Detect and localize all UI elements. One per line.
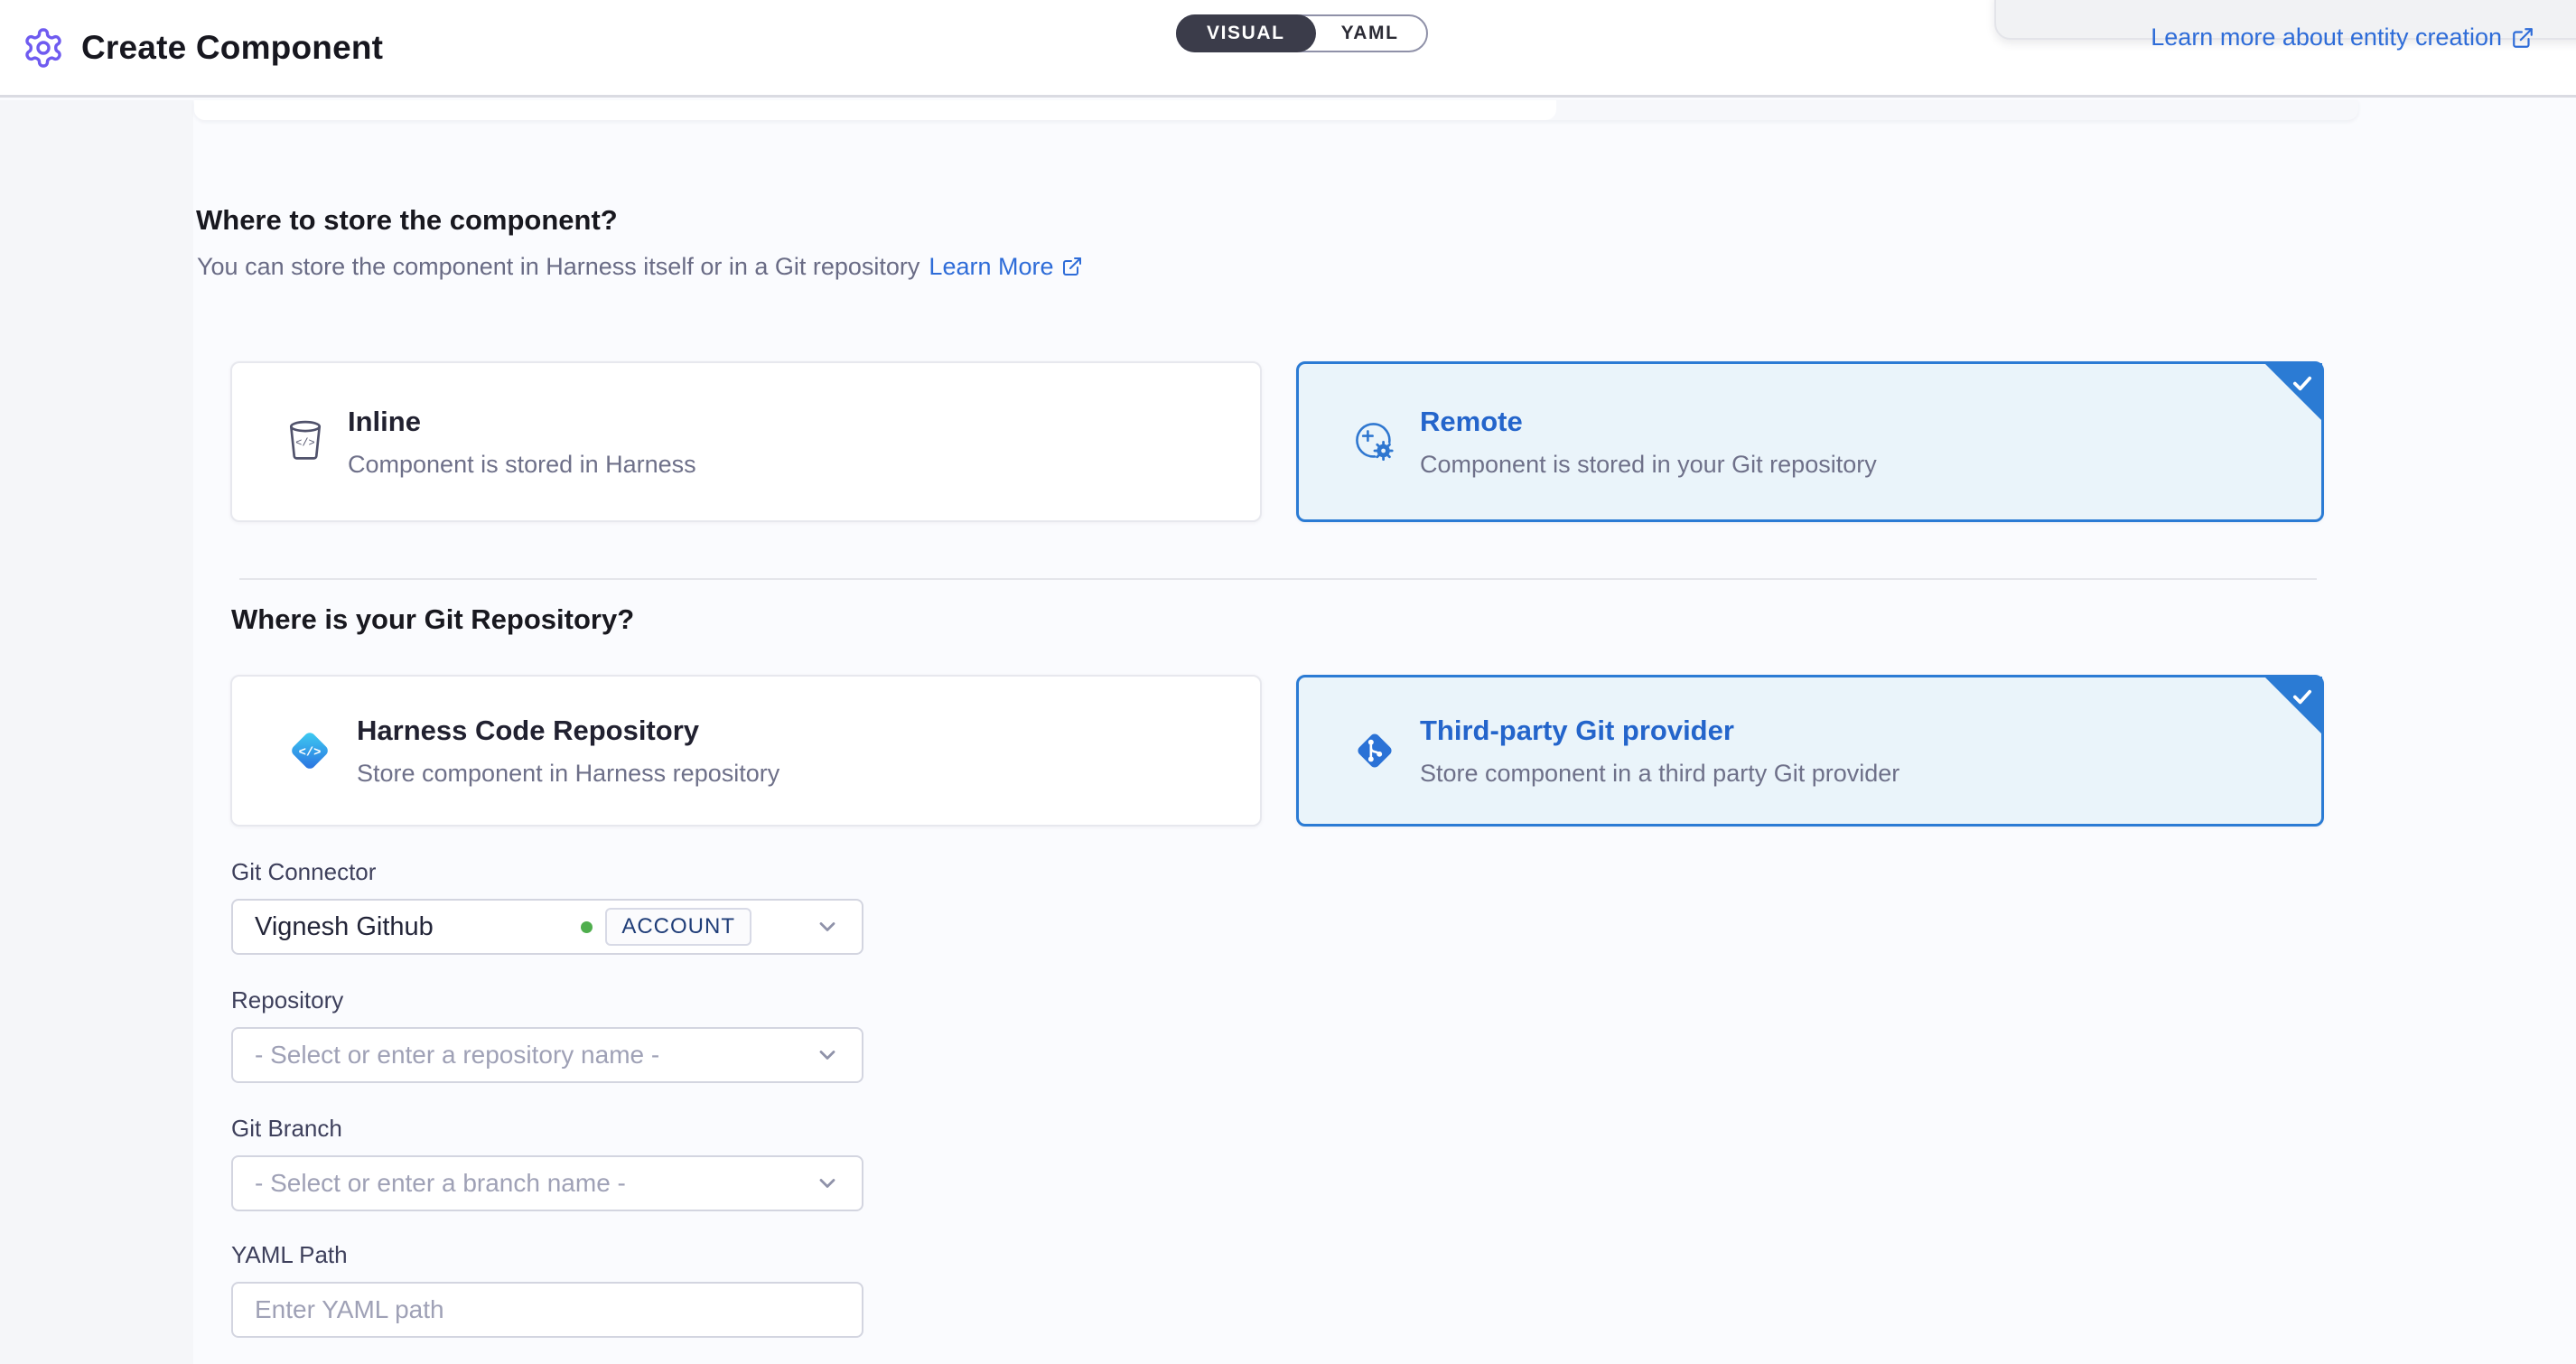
check-icon xyxy=(2290,370,2315,396)
chevron-down-icon xyxy=(815,914,840,939)
remote-storage-icon xyxy=(1351,418,1398,465)
card-remote-subtitle: Component is stored in your Git reposito… xyxy=(1420,451,1877,479)
external-link-icon xyxy=(1061,256,1085,279)
git-connector-value: Vignesh Github xyxy=(255,912,434,942)
card-third-party-git-subtitle: Store component in a third party Git pro… xyxy=(1420,760,1899,788)
git-connector-label: Git Connector xyxy=(231,858,376,886)
repository-select[interactable]: - Select or enter a repository name - xyxy=(231,1027,863,1083)
external-link-icon xyxy=(2511,26,2534,50)
card-third-party-git-title: Third-party Git provider xyxy=(1420,715,1899,747)
repo-section-heading: Where is your Git Repository? xyxy=(231,603,634,636)
yaml-path-input[interactable] xyxy=(231,1282,863,1338)
harness-code-icon: </> xyxy=(285,725,335,776)
learn-more-link[interactable]: Learn More xyxy=(929,253,1084,281)
toggle-visual[interactable]: VISUAL xyxy=(1176,14,1316,52)
store-section-heading: Where to store the component? xyxy=(196,204,618,237)
check-icon xyxy=(2290,684,2315,709)
card-harness-code[interactable]: </> Harness Code Repository Store compon… xyxy=(230,675,1262,827)
learn-more-entity-label: Learn more about entity creation xyxy=(2151,23,2502,51)
gear-icon xyxy=(22,26,65,70)
git-branch-select[interactable]: - Select or enter a branch name - xyxy=(231,1155,863,1211)
repository-placeholder: - Select or enter a repository name - xyxy=(255,1041,659,1070)
scrolled-panel-bottom-left xyxy=(194,100,1556,120)
card-inline[interactable]: </> Inline Component is stored in Harnes… xyxy=(230,361,1262,522)
page-left-gutter xyxy=(0,100,193,1364)
inline-storage-icon: </> xyxy=(285,419,326,464)
store-section-description: You can store the component in Harness i… xyxy=(197,253,1085,281)
toggle-yaml[interactable]: YAML xyxy=(1314,16,1426,51)
card-inline-subtitle: Component is stored in Harness xyxy=(348,451,696,479)
git-provider-icon xyxy=(1351,727,1398,774)
card-remote-title: Remote xyxy=(1420,406,1877,438)
git-branch-label: Git Branch xyxy=(231,1115,342,1143)
svg-text:</>: </> xyxy=(295,436,314,449)
chevron-down-icon xyxy=(815,1042,840,1068)
section-divider xyxy=(239,578,2317,580)
card-inline-title: Inline xyxy=(348,406,696,438)
card-remote[interactable]: Remote Component is stored in your Git r… xyxy=(1296,361,2324,522)
scope-badge: ACCOUNT xyxy=(605,908,751,946)
svg-text:</>: </> xyxy=(299,746,322,761)
scrolled-panel-bottom xyxy=(194,100,2358,120)
card-third-party-git[interactable]: Third-party Git provider Store component… xyxy=(1296,675,2324,827)
connector-status-dot xyxy=(581,921,593,933)
yaml-path-label: YAML Path xyxy=(231,1241,348,1269)
create-component-page: Create Component VISUAL YAML Learn more … xyxy=(0,0,2576,1364)
learn-more-entity-link[interactable]: Learn more about entity creation xyxy=(2151,23,2534,51)
card-harness-code-title: Harness Code Repository xyxy=(357,715,779,747)
card-harness-code-subtitle: Store component in Harness repository xyxy=(357,760,779,788)
visual-yaml-toggle: VISUAL YAML xyxy=(1176,14,1428,52)
page-title: Create Component xyxy=(81,29,383,67)
git-connector-select[interactable]: Vignesh Github ACCOUNT xyxy=(231,899,863,955)
repository-label: Repository xyxy=(231,986,343,1014)
chevron-down-icon xyxy=(815,1171,840,1196)
git-branch-placeholder: - Select or enter a branch name - xyxy=(255,1169,626,1198)
